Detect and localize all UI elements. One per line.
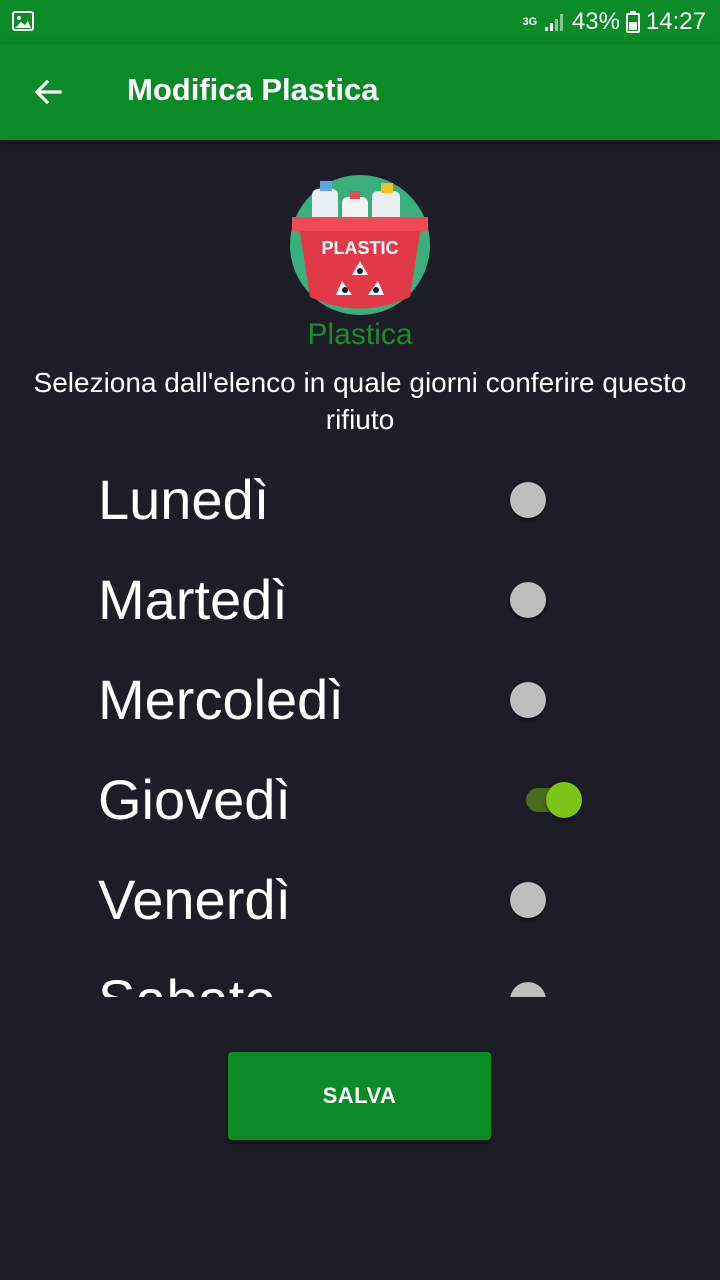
- day-row-mercoledi[interactable]: Mercoledì: [0, 640, 720, 740]
- page-title: Modifica Plastica: [127, 72, 379, 107]
- day-switch-giovedi[interactable]: [508, 780, 588, 820]
- day-row-sabato[interactable]: Sabato: [0, 940, 720, 997]
- day-switch-martedi[interactable]: [508, 580, 588, 620]
- save-button[interactable]: SALVA: [228, 1052, 491, 1140]
- plastic-bin-logo: PLASTIC: [290, 175, 430, 315]
- network-type: 3G: [522, 16, 538, 28]
- back-button[interactable]: [22, 66, 74, 118]
- gallery-notification-icon: [12, 11, 34, 31]
- day-label: Martedì: [98, 568, 288, 631]
- battery-icon: [625, 11, 640, 33]
- battery-percent: 43%: [571, 8, 620, 35]
- status-right: 3G 43% 14:27: [522, 8, 706, 36]
- day-row-martedi[interactable]: Martedì: [0, 540, 720, 640]
- signal-icon: [544, 14, 563, 31]
- day-label: Sabato: [98, 968, 276, 997]
- category-name: Plastica: [307, 318, 413, 351]
- app-bar: Modifica Plastica: [0, 44, 720, 140]
- day-label: Mercoledì: [98, 668, 344, 731]
- day-switch-mercoledi[interactable]: [508, 680, 588, 720]
- day-switch-lunedi[interactable]: [508, 480, 588, 520]
- day-row-venerdi[interactable]: Venerdì: [0, 840, 720, 940]
- instructions-text: Seleziona dall'elenco in quale giorni co…: [33, 367, 687, 435]
- day-switch-venerdi[interactable]: [508, 880, 588, 920]
- clock: 14:27: [645, 8, 706, 35]
- days-list[interactable]: Lunedì Martedì Mercoledì Giovedì Venerdì…: [0, 440, 720, 997]
- status-bar: 3G 43% 14:27: [0, 0, 720, 44]
- day-switch-sabato[interactable]: [508, 980, 588, 997]
- logo-text: PLASTIC: [321, 238, 398, 258]
- day-label: Lunedì: [98, 468, 270, 531]
- arrow-left-icon: [34, 79, 62, 105]
- day-row-giovedi[interactable]: Giovedì: [0, 740, 720, 840]
- day-label: Venerdì: [98, 868, 292, 931]
- day-label: Giovedì: [98, 768, 291, 831]
- day-row-lunedi[interactable]: Lunedì: [0, 440, 720, 540]
